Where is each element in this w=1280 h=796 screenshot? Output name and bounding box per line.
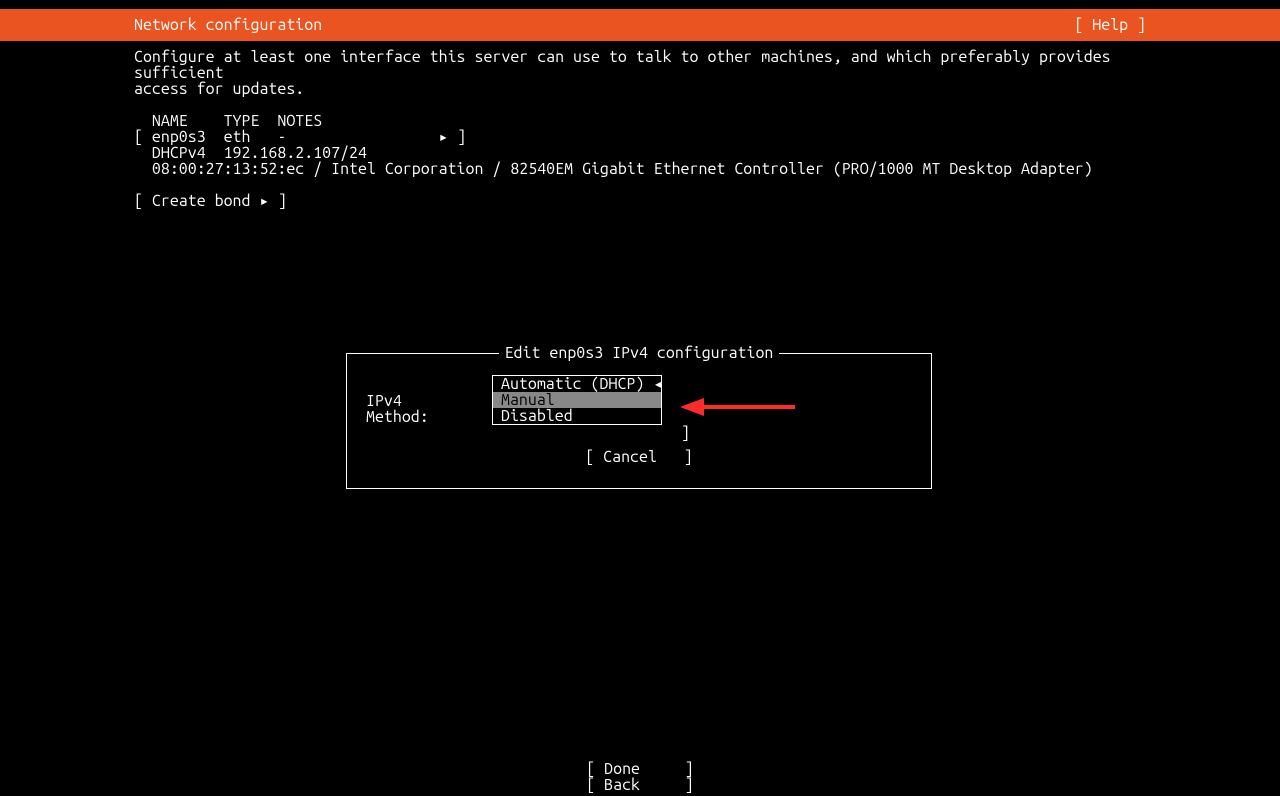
help-button[interactable]: [ Help ] (1074, 17, 1146, 33)
page-title: Network configuration (134, 17, 322, 33)
done-button[interactable]: [ Done ] (0, 761, 1280, 777)
cancel-button[interactable]: [ Cancel ] (346, 449, 932, 465)
footer-buttons: [ Done ] [ Back ] (0, 761, 1280, 793)
ipv4-config-dialog: Edit enp0s3 IPv4 configuration IPv4 Meth… (346, 353, 932, 489)
dialog-right-bracket: ] (681, 425, 690, 441)
iface-ip-line: DHCPv4 192.168.2.107/24 (134, 145, 1146, 161)
intro-text: Configure at least one interface this se… (134, 49, 1146, 97)
header-bar: Network configuration [ Help ] (0, 9, 1280, 41)
ipv4-method-dropdown[interactable]: Automatic (DHCP) ◂ Manual Disabled (492, 375, 662, 425)
iface-hw-line: 08:00:27:13:52:ec / Intel Corporation / … (134, 161, 1146, 177)
ipv4-method-option-auto[interactable]: Automatic (DHCP) ◂ (493, 376, 661, 392)
ipv4-method-option-manual[interactable]: Manual (493, 392, 661, 408)
ipv4-method-option-disabled[interactable]: Disabled (493, 408, 661, 424)
iface-row-enp0s3[interactable]: [ enp0s3 eth - ▸ ] (134, 129, 1146, 145)
iface-table-headers: NAME TYPE NOTES (134, 113, 1146, 129)
create-bond-button[interactable]: [ Create bond ▸ ] (134, 193, 1146, 209)
dialog-title: Edit enp0s3 IPv4 configuration (499, 345, 780, 361)
ipv4-method-label: IPv4 Method: (366, 393, 429, 425)
window-top-gap (0, 0, 1280, 9)
dialog-title-wrap: Edit enp0s3 IPv4 configuration (346, 345, 932, 361)
back-button[interactable]: [ Back ] (0, 777, 1280, 793)
main-content: Configure at least one interface this se… (134, 49, 1146, 209)
